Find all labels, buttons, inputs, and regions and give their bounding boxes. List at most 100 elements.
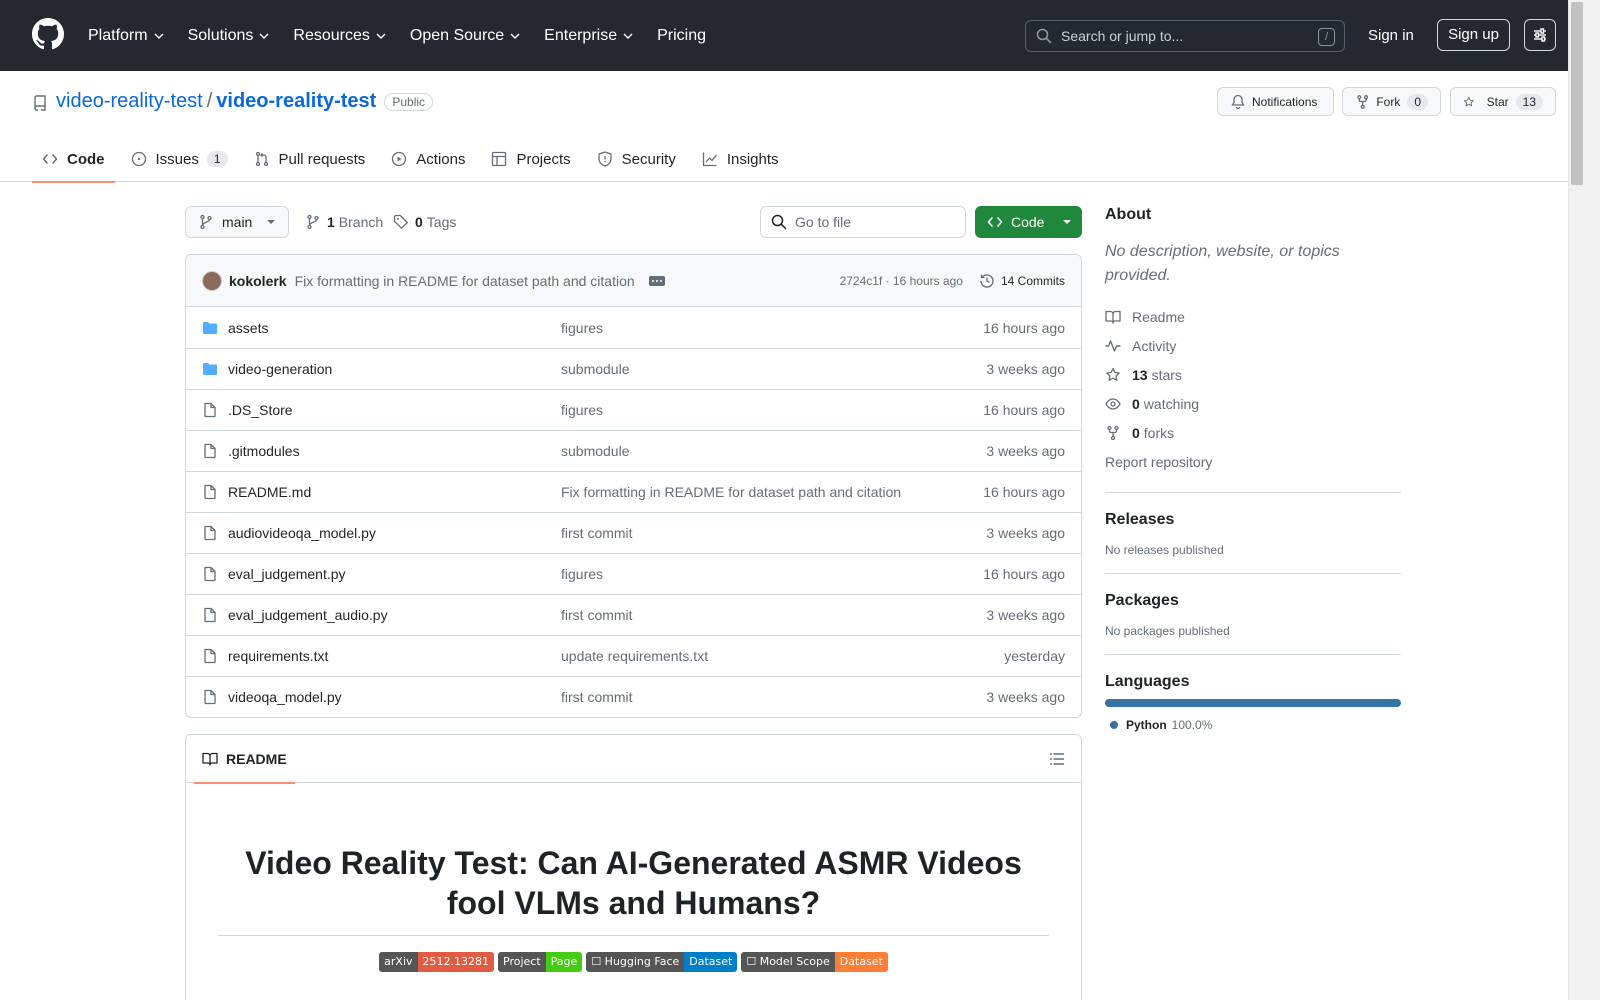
commit-hash-time[interactable]: 2724c1f · 16 hours ago [840, 274, 963, 288]
readme-badge[interactable]: ☐ Hugging Face Dataset [586, 952, 738, 972]
activity-link[interactable]: Activity [1105, 331, 1401, 360]
table-row[interactable]: eval_judgement_audio.py first commit 3 wee… [186, 594, 1081, 635]
file-name-link[interactable]: video-generation [228, 361, 561, 377]
file-commit-message[interactable]: first commit [561, 607, 986, 623]
table-row[interactable]: assets figures 16 hours ago [186, 307, 1081, 348]
notifications-button[interactable]: Notifications [1217, 87, 1334, 116]
file-name-link[interactable]: assets [228, 320, 561, 336]
search-input[interactable]: Search or jump to... / [1025, 20, 1345, 52]
ellipsis-icon[interactable] [648, 275, 665, 286]
file-commit-message[interactable]: figures [561, 320, 983, 336]
file-commit-date: 3 weeks ago [986, 689, 1065, 705]
readme-tab-label: README [226, 750, 287, 767]
tab-security[interactable]: Security [587, 136, 686, 182]
file-name-link[interactable]: .gitmodules [228, 443, 561, 459]
readme-badge[interactable]: Project Page [498, 952, 583, 972]
branch-selector[interactable]: main [185, 206, 289, 238]
file-name-link[interactable]: .DS_Store [228, 402, 561, 418]
badge-value: Dataset [834, 952, 888, 972]
tags-link[interactable]: 0 Tags [393, 214, 456, 230]
file-name-link[interactable]: requirements.txt [228, 648, 561, 664]
file-name-link[interactable]: README.md [228, 484, 561, 500]
report-repository-link[interactable]: Report repository [1105, 447, 1401, 476]
code-dropdown-button[interactable]: Code [975, 206, 1082, 238]
page-scrollbar[interactable] [1568, 0, 1600, 1000]
github-logo-icon[interactable] [32, 18, 64, 50]
tab-code[interactable]: Code [32, 136, 115, 183]
file-commit-message[interactable]: update requirements.txt [561, 648, 1004, 664]
nav-item-pricing[interactable]: Pricing [657, 27, 706, 45]
readme-badge[interactable]: arXiv 2512.13281 [379, 952, 495, 972]
file-commit-message[interactable]: figures [561, 402, 983, 418]
file-commit-message[interactable]: figures [561, 566, 983, 582]
tab-label: Pull requests [278, 150, 366, 168]
file-name-link[interactable]: videoqa_model.py [228, 689, 561, 705]
forks-link[interactable]: 0 forks [1105, 418, 1401, 447]
file-name-link[interactable]: audiovideoqa_model.py [228, 525, 561, 541]
language-item[interactable]: Python 100.0% [1105, 718, 1401, 732]
tab-projects[interactable]: Projects [481, 136, 580, 182]
watching-count: 0 [1132, 395, 1140, 412]
tab-actions[interactable]: Actions [381, 136, 475, 182]
nav-item-enterprise[interactable]: Enterprise [544, 27, 634, 45]
file-list: assets figures 16 hours ago video-generatio… [186, 307, 1081, 717]
tab-insights[interactable]: Insights [692, 136, 789, 182]
fork-button[interactable]: Fork 0 [1342, 87, 1441, 116]
file-commit-message[interactable]: first commit [561, 689, 986, 705]
stars-link[interactable]: 13 stars [1105, 360, 1401, 389]
packages-title[interactable]: Packages [1105, 592, 1401, 610]
readme-tab-bar: README [186, 735, 1081, 784]
releases-title[interactable]: Releases [1105, 511, 1401, 529]
branches-link[interactable]: 1 Branch [305, 214, 383, 230]
sign-in-link[interactable]: Sign in [1368, 27, 1414, 44]
tab-issues[interactable]: Issues 1 [121, 136, 238, 182]
file-commit-message[interactable]: submodule [561, 361, 986, 377]
notifications-label: Notifications [1252, 94, 1318, 109]
nav-item-open-source[interactable]: Open Source [410, 27, 521, 45]
commits-count: 14 Commits [1000, 273, 1065, 288]
readme-link[interactable]: Readme [1105, 302, 1401, 331]
fork-icon [1357, 94, 1369, 109]
star-count: 13 [1515, 93, 1543, 110]
tab-pull-requests[interactable]: Pull requests [244, 136, 376, 182]
commits-link[interactable]: 14 Commits [979, 273, 1065, 289]
sign-up-button[interactable]: Sign up [1437, 19, 1510, 51]
file-name-link[interactable]: eval_judgement.py [228, 566, 561, 582]
commit-author[interactable]: kokolerk [229, 273, 287, 289]
outline-list-icon[interactable] [1049, 751, 1065, 767]
avatar[interactable] [202, 270, 222, 291]
table-row[interactable]: audiovideoqa_model.py first commit 3 weeks… [186, 512, 1081, 553]
readme-tab[interactable]: README [194, 735, 295, 784]
table-row[interactable]: video-generation submodule 3 weeks ago [186, 348, 1081, 389]
table-row[interactable]: .DS_Store figures 16 hours ago [186, 389, 1081, 430]
packages-section: Packages No packages published [1105, 573, 1401, 638]
file-commit-message[interactable]: submodule [561, 443, 986, 459]
nav-item-resources[interactable]: Resources [293, 27, 386, 45]
file-commit-message[interactable]: first commit [561, 525, 986, 541]
readme-badge[interactable]: ☐ Model Scope Dataset [741, 952, 888, 972]
stars-label: stars [1151, 366, 1182, 383]
settings-menu-button[interactable] [1524, 19, 1556, 51]
scrollbar-thumb[interactable] [1571, 2, 1583, 185]
shield-icon [598, 151, 612, 167]
nav-item-solutions[interactable]: Solutions [188, 27, 271, 45]
go-to-file-input[interactable]: Go to file [760, 206, 966, 238]
nav-item-platform[interactable]: Platform [88, 27, 165, 45]
folder-icon [203, 363, 217, 375]
table-row[interactable]: eval_judgement.py figures 16 hours ago [186, 553, 1081, 594]
table-row[interactable]: requirements.txt update requirements.txt y… [186, 635, 1081, 676]
watching-link[interactable]: 0 watching [1105, 389, 1401, 418]
file-commit-message[interactable]: Fix formatting in README for dataset pat… [561, 484, 983, 500]
table-row[interactable]: videoqa_model.py first commit 3 weeks ago [186, 676, 1081, 717]
stars-count: 13 [1132, 366, 1148, 383]
table-row[interactable]: README.md Fix formatting in README for da… [186, 471, 1081, 512]
branch-label: Branch [338, 214, 384, 230]
file-commit-date: 16 hours ago [983, 484, 1065, 500]
file-commit-date: 3 weeks ago [986, 607, 1065, 623]
commit-message[interactable]: Fix formatting in README for dataset pat… [295, 273, 635, 289]
repo-owner-link[interactable]: video-reality-test [56, 90, 203, 113]
file-name-link[interactable]: eval_judgement_audio.py [228, 607, 561, 623]
table-row[interactable]: .gitmodules submodule 3 weeks ago [186, 430, 1081, 471]
star-button[interactable]: Star 13 [1450, 87, 1556, 116]
repo-name-link[interactable]: video-reality-test [216, 90, 376, 113]
